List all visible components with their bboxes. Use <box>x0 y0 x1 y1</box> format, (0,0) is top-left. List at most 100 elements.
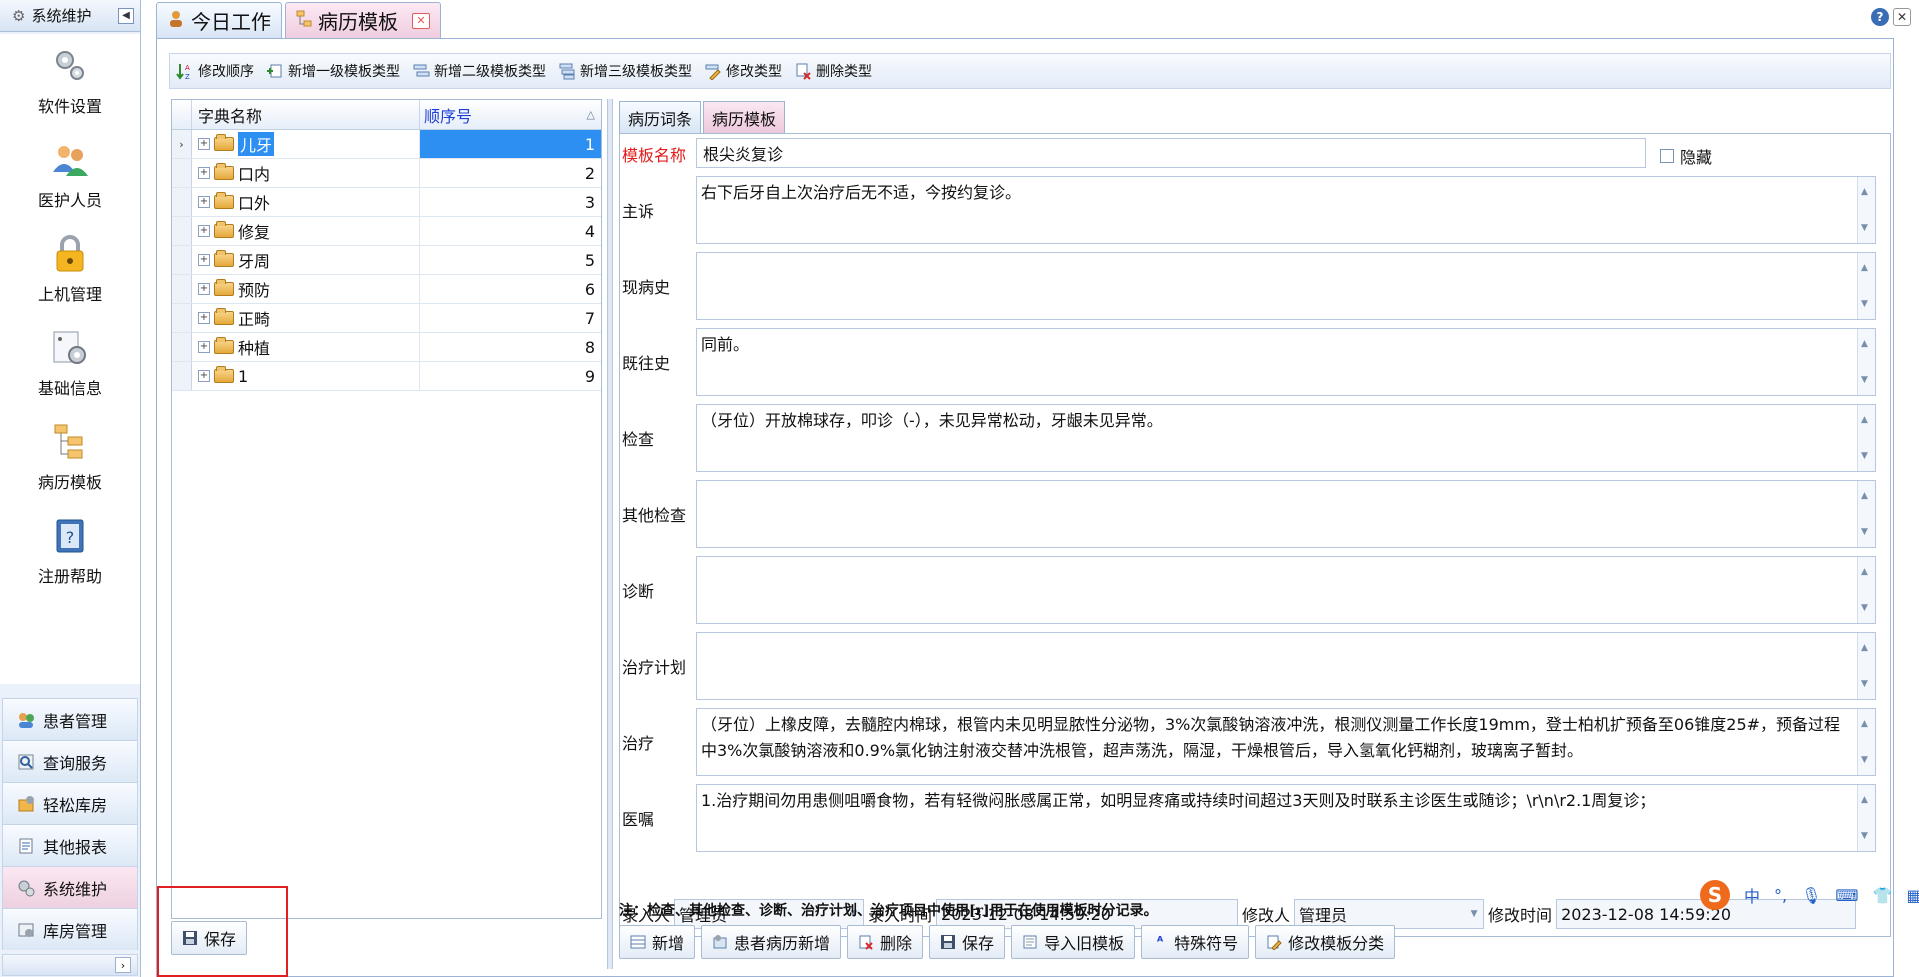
add-level3-type-button[interactable]: 新增三级模板类型 <box>558 61 692 81</box>
tree-row[interactable]: + 预防 6 <box>172 275 601 304</box>
doctor-advice-textarea[interactable]: 1.治疗期间勿用患侧咀嚼食物，若有轻微闷胀感属正常，如明显疼痛或持续时间超过3天… <box>696 784 1876 852</box>
skin-shirt-icon[interactable]: 👕 <box>1873 886 1893 905</box>
checkbox-box[interactable] <box>1660 149 1674 163</box>
tree-save-button[interactable]: 保存 <box>171 921 248 955</box>
scrollbar[interactable] <box>1857 709 1875 775</box>
column-header-name[interactable]: 字典名称 <box>192 100 420 129</box>
edit-type-button[interactable]: 修改类型 <box>704 61 782 81</box>
tab-today-work[interactable]: 今日工作 <box>156 2 282 38</box>
hidden-checkbox[interactable]: 隐藏 <box>1660 144 1712 168</box>
scrollbar[interactable] <box>1857 481 1875 547</box>
tree-row[interactable]: › + 儿牙 1 <box>172 130 601 159</box>
import-icon <box>1022 934 1038 950</box>
scrollbar[interactable] <box>1857 785 1875 851</box>
expand-icon[interactable]: + <box>198 312 210 324</box>
scrollbar[interactable] <box>1857 633 1875 699</box>
ime-language-toggle[interactable]: 中 <box>1744 883 1760 907</box>
tree-cell-order: 1 <box>420 130 601 158</box>
delete-type-button[interactable]: 删除类型 <box>794 61 872 81</box>
examination-textarea[interactable]: （牙位）开放棉球存，叩诊（-），未见异常松动，牙龈未见异常。 <box>696 404 1876 472</box>
scrollbar[interactable] <box>1857 177 1875 243</box>
add-level2-type-button[interactable]: 新增二级模板类型 <box>412 61 546 81</box>
tree-cell-name: + 儿牙 <box>192 130 420 158</box>
present-illness-textarea[interactable] <box>696 252 1876 320</box>
expand-icon[interactable]: + <box>198 370 210 382</box>
reorder-button[interactable]: AZ 修改顺序 <box>176 61 254 81</box>
keyboard-icon[interactable]: ⌨ <box>1835 886 1858 905</box>
nav-item-medical-staff[interactable]: 医护人员 <box>0 128 140 222</box>
import-old-template-button[interactable]: 导入旧模板 <box>1011 925 1136 959</box>
other-examination-textarea[interactable] <box>696 480 1876 548</box>
ime-punctuation-toggle[interactable]: °, <box>1774 886 1787 905</box>
expand-icon[interactable]: + <box>198 341 210 353</box>
column-header-order[interactable]: 顺序号 △ <box>420 100 601 129</box>
nav-item-record-template[interactable]: 病历模板 <box>0 410 140 504</box>
expand-icon[interactable]: + <box>198 138 210 150</box>
sogou-logo-icon[interactable]: S <box>1700 880 1730 910</box>
tab-record-terms[interactable]: 病历词条 <box>619 101 702 133</box>
nav-section-query-service[interactable]: 查询服务 <box>2 740 138 782</box>
nav-item-registration-help[interactable]: ? 注册帮助 <box>0 504 140 598</box>
nav-section-label: 查询服务 <box>43 753 108 773</box>
chevron-down-icon[interactable]: ▼ <box>1467 907 1481 921</box>
add-button[interactable]: 新增 <box>619 925 696 959</box>
gear-icon <box>17 879 35 897</box>
patient-record-add-button[interactable]: 患者病历新增 <box>701 925 842 959</box>
scrollbar[interactable] <box>1857 253 1875 319</box>
tree-row[interactable]: +1 9 <box>172 362 601 391</box>
tree-node-label: 儿牙 <box>238 132 275 156</box>
help-icon[interactable]: ? <box>1871 8 1889 26</box>
diagnosis-textarea[interactable] <box>696 556 1876 624</box>
nav-section-patient-management[interactable]: 患者管理 <box>2 698 138 740</box>
tab-record-templates[interactable]: 病历模板 <box>703 101 786 133</box>
delete-button[interactable]: 删除 <box>847 925 924 959</box>
tree-row[interactable]: + 正畸 7 <box>172 304 601 333</box>
tree-row[interactable]: + 口内 2 <box>172 159 601 188</box>
close-tab-icon[interactable]: ✕ <box>412 12 430 29</box>
expand-icon[interactable]: + <box>198 167 210 179</box>
nav-section-easy-warehouse[interactable]: 轻松库房 <box>2 782 138 824</box>
chief-complaint-textarea[interactable]: 右下后牙自上次治疗后无不适，今按约复诊。 <box>696 176 1876 244</box>
nav-section-other-reports[interactable]: 其他报表 <box>2 824 138 866</box>
change-template-category-button[interactable]: 修改模板分类 <box>1255 925 1396 959</box>
field-text: 右下后牙自上次治疗后无不适，今按约复诊。 <box>701 183 1022 202</box>
expand-icon[interactable]: + <box>198 225 210 237</box>
collapse-nav-button[interactable]: ◀ <box>118 7 134 24</box>
panel-splitter[interactable] <box>607 99 613 969</box>
scrollbar[interactable] <box>1857 557 1875 623</box>
tree-row[interactable]: + 口外 3 <box>172 188 601 217</box>
field-treatment: 治疗 （牙位）上橡皮障，去髓腔内棉球，根管内未见明显脓性分泌物，3%次氯酸钠溶液… <box>620 706 1890 778</box>
treatment-textarea[interactable]: （牙位）上橡皮障，去髓腔内棉球，根管内未见明显脓性分泌物，3%次氯酸钠溶液冲洗，… <box>696 708 1876 776</box>
grid-menu-icon[interactable]: ▦ <box>1906 886 1919 905</box>
nav-section-label: 其他报表 <box>43 837 108 857</box>
expand-icon[interactable]: + <box>198 254 210 266</box>
gear-icon: ⚙ <box>12 6 26 25</box>
microphone-icon[interactable]: 🎙 <box>1801 886 1821 905</box>
content-frame: AZ 修改顺序 新增一级模板类型 新增二级模板类型 新增三级模板类型 修改类型 … <box>156 38 1894 977</box>
save-button[interactable]: 保存 <box>929 925 1006 959</box>
nav-header[interactable]: ⚙ 系统维护 ◀ <box>0 0 140 32</box>
expand-icon[interactable]: + <box>198 196 210 208</box>
nav-item-basic-info[interactable]: 基础信息 <box>0 316 140 410</box>
close-window-icon[interactable]: ✕ <box>1893 8 1911 26</box>
expand-arrow-icon[interactable]: › <box>115 957 131 973</box>
nav-section-inventory-management[interactable]: 库房管理 <box>2 908 138 950</box>
tree-row[interactable]: + 修复 4 <box>172 217 601 246</box>
tree-row[interactable]: + 种植 8 <box>172 333 601 362</box>
nav-item-login-management[interactable]: 上机管理 <box>0 222 140 316</box>
nav-item-software-settings[interactable]: 软件设置 <box>0 34 140 128</box>
past-history-textarea[interactable]: 同前。 <box>696 328 1876 396</box>
tree-cell-order: 3 <box>584 192 595 212</box>
expand-icon[interactable]: + <box>198 283 210 295</box>
special-symbols-button[interactable]: ᴬ 特殊符号 <box>1141 925 1250 959</box>
tree-row[interactable]: + 牙周 5 <box>172 246 601 275</box>
treatment-plan-textarea[interactable] <box>696 632 1876 700</box>
tree-header: 字典名称 顺序号 △ <box>172 100 601 130</box>
template-name-input[interactable]: 根尖炎复诊 <box>696 138 1646 168</box>
nav-section-system-maintenance[interactable]: 系统维护 <box>2 866 138 908</box>
tree-node-label: 口外 <box>238 194 271 213</box>
tab-record-template[interactable]: 病历模板 ✕ <box>285 2 441 38</box>
add-level1-type-button[interactable]: 新增一级模板类型 <box>266 61 400 81</box>
scrollbar[interactable] <box>1857 405 1875 471</box>
scrollbar[interactable] <box>1857 329 1875 395</box>
